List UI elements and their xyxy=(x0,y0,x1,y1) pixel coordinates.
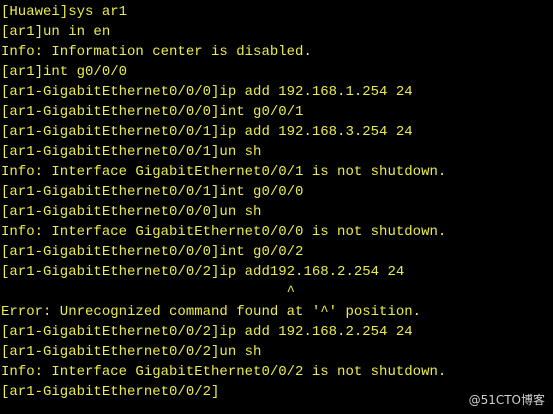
terminal-line: [ar1-GigabitEthernet0/0/0]ip add 192.168… xyxy=(1,84,413,100)
terminal-line: Info: Interface GigabitEthernet0/0/0 is … xyxy=(1,224,447,240)
terminal-line: Info: Interface GigabitEthernet0/0/1 is … xyxy=(1,164,447,180)
error-caret-line: ^ xyxy=(1,284,296,300)
terminal-line: [ar1-GigabitEthernet0/0/2]ip add192.168.… xyxy=(1,264,405,280)
terminal-line: [ar1-GigabitEthernet0/0/1]ip add 192.168… xyxy=(1,124,413,140)
terminal-line: [ar1-GigabitEthernet0/0/0]un sh xyxy=(1,204,262,220)
terminal-line: [ar1]int g0/0/0 xyxy=(1,64,128,80)
terminal-line: [ar1-GigabitEthernet0/0/2]ip add 192.168… xyxy=(1,324,413,340)
terminal-line: [ar1-GigabitEthernet0/0/0]int g0/0/1 xyxy=(1,104,304,120)
terminal-line: Info: Interface GigabitEthernet0/0/2 is … xyxy=(1,364,447,380)
terminal-window[interactable]: [Huawei]sys ar1 [ar1]un in en Info: Info… xyxy=(0,0,553,414)
watermark: @51CTO博客 xyxy=(468,393,545,407)
error-message-line: Error: Unrecognized command found at '^'… xyxy=(1,304,422,320)
terminal-line: [Huawei]sys ar1 xyxy=(1,4,128,20)
terminal-line: [ar1-GigabitEthernet0/0/1]un sh xyxy=(1,144,262,160)
terminal-line: [ar1-GigabitEthernet0/0/1]int g0/0/0 xyxy=(1,184,304,200)
terminal-line: [ar1]un in en xyxy=(1,24,111,40)
terminal-line: Info: Information center is disabled. xyxy=(1,44,312,60)
terminal-line: [ar1-GigabitEthernet0/0/0]int g0/0/2 xyxy=(1,244,304,260)
terminal-line: [ar1-GigabitEthernet0/0/2]un sh xyxy=(1,344,262,360)
